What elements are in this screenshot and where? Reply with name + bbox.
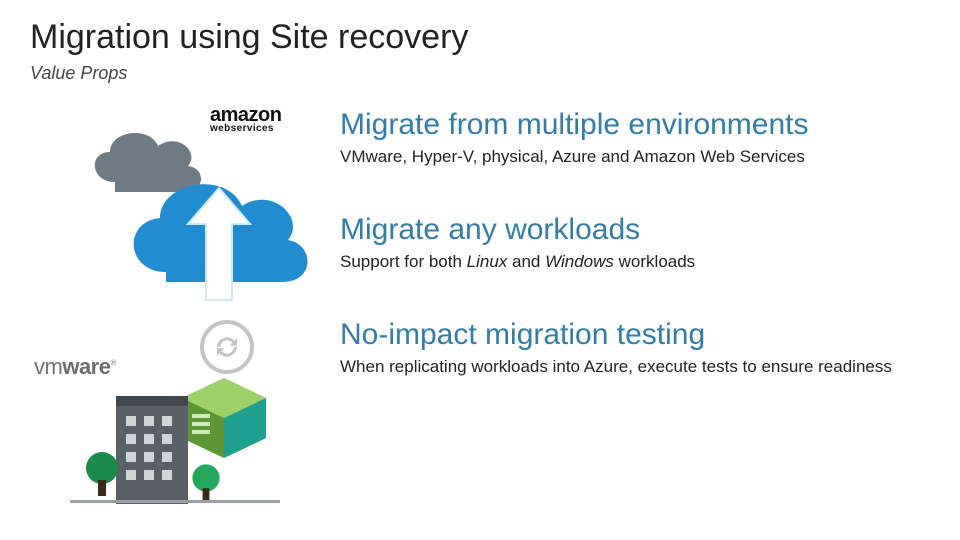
section-body: When replicating workloads into Azure, e… bbox=[340, 356, 930, 379]
section-heading: Migrate any workloads bbox=[340, 213, 930, 247]
section-2: Migrate any workloads Support for both L… bbox=[340, 213, 930, 274]
slide-body: amazon webservices bbox=[30, 102, 930, 490]
building-icon bbox=[116, 406, 188, 504]
tree-icon bbox=[86, 452, 118, 484]
text: workloads bbox=[614, 252, 695, 271]
ground-line bbox=[70, 500, 280, 506]
em-text: Linux bbox=[467, 252, 508, 271]
section-3: No-impact migration testing When replica… bbox=[340, 318, 930, 379]
sync-badge bbox=[200, 320, 254, 374]
section-1: Migrate from multiple environments VMwar… bbox=[340, 108, 930, 169]
illustration bbox=[30, 110, 320, 490]
section-heading: No-impact migration testing bbox=[340, 318, 930, 352]
section-heading: Migrate from multiple environments bbox=[340, 108, 930, 142]
illustration-column: amazon webservices bbox=[30, 102, 320, 490]
upload-arrow-icon bbox=[180, 182, 258, 302]
tree-icon bbox=[192, 464, 219, 491]
sync-icon bbox=[212, 332, 242, 362]
slide-subtitle: Value Props bbox=[30, 63, 930, 84]
vmware-logo: vmware® bbox=[34, 354, 116, 380]
em-text: Windows bbox=[545, 252, 614, 271]
vmware-logo-prefix: vm bbox=[34, 354, 62, 379]
server-icon bbox=[182, 378, 266, 458]
section-body: Support for both Linux and Windows workl… bbox=[340, 251, 930, 274]
text: and bbox=[507, 252, 545, 271]
text: Support for both bbox=[340, 252, 467, 271]
content-column: Migrate from multiple environments VMwar… bbox=[340, 102, 930, 490]
slide-title: Migration using Site recovery bbox=[30, 18, 930, 57]
slide: Migration using Site recovery Value Prop… bbox=[0, 0, 960, 540]
vmware-logo-reg: ® bbox=[110, 359, 115, 368]
section-body: VMware, Hyper-V, physical, Azure and Ama… bbox=[340, 146, 930, 169]
vmware-logo-suffix: ware bbox=[62, 354, 110, 379]
